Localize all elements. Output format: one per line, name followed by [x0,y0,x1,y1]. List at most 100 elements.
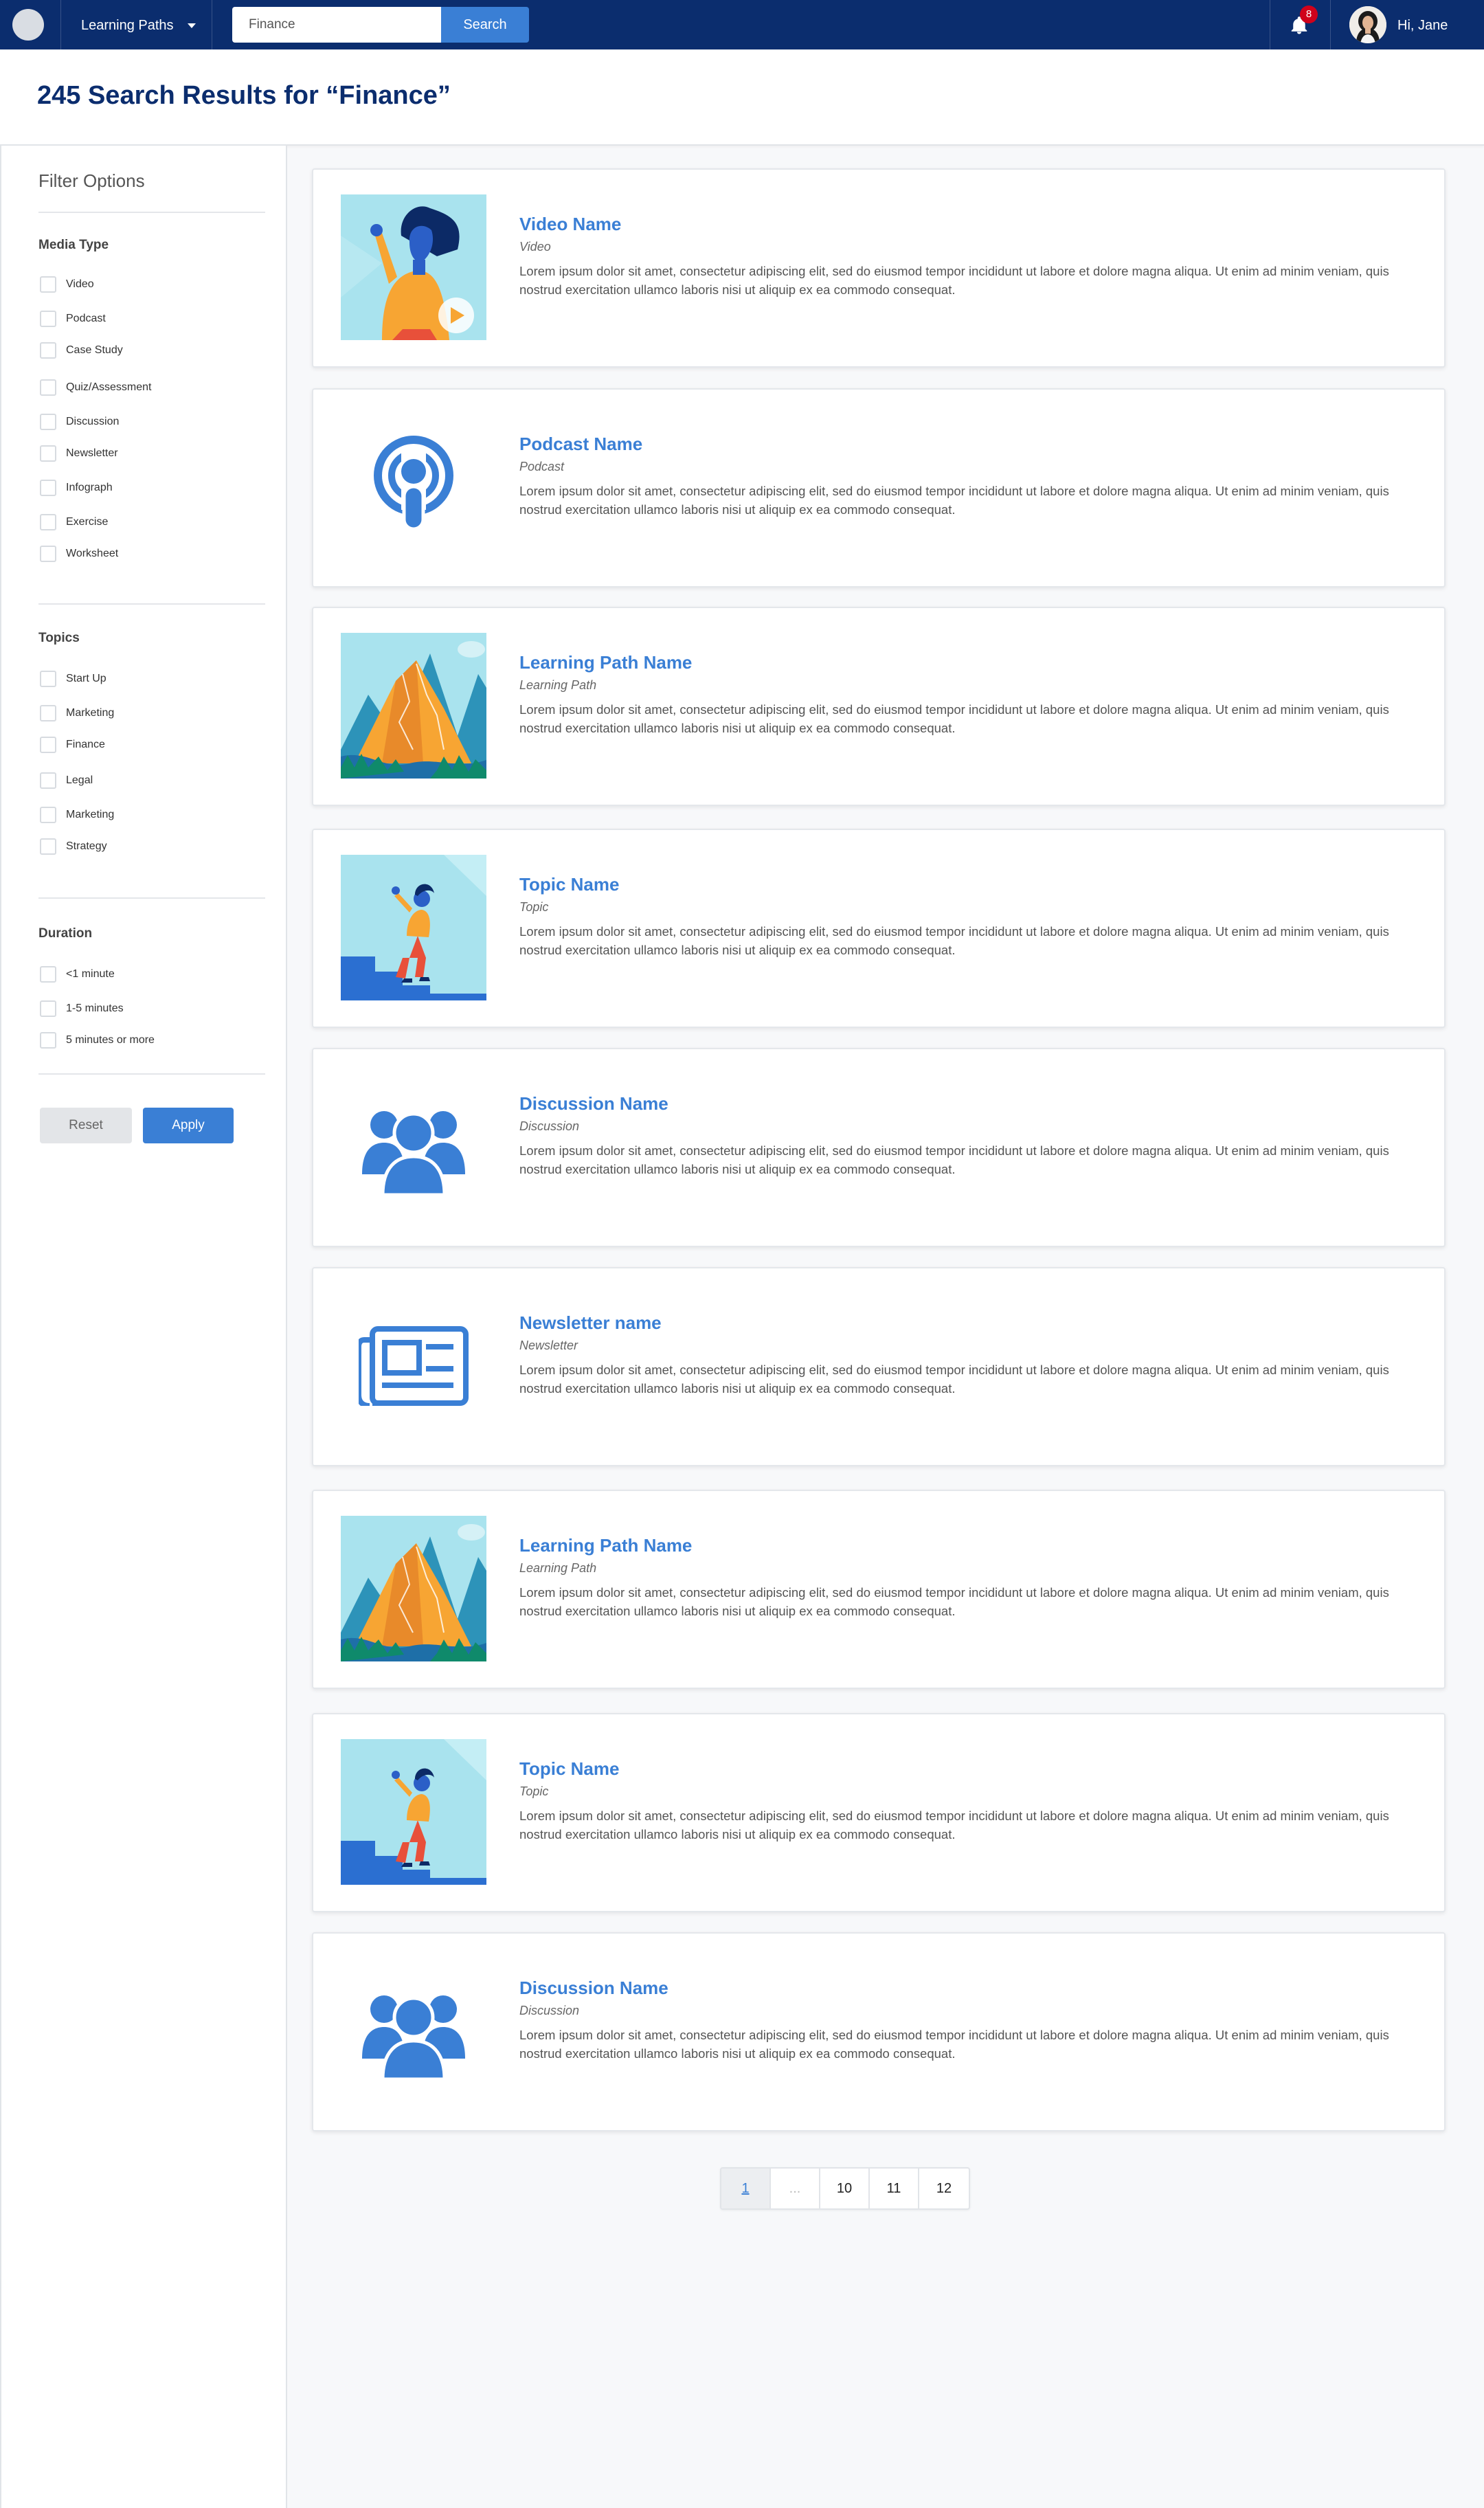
checkbox[interactable] [40,311,56,327]
result-title[interactable]: Discussion Name [519,1978,668,1999]
topics-heading: Topics [38,631,80,645]
learning-paths-menu-label: Learning Paths [81,18,174,33]
result-card[interactable]: Topic Name Topic Lorem ipsum dolor sit a… [312,829,1446,1028]
filter-marketing-2[interactable]: Marketing [40,807,114,823]
stairs-thumbnail [341,1739,486,1885]
result-description: Lorem ipsum dolor sit amet, consectetur … [519,702,1389,735]
filter-strategy[interactable]: Strategy [40,838,107,855]
checkbox[interactable] [40,342,56,359]
checkbox-label: Podcast [66,313,106,324]
filter-legal[interactable]: Legal [40,772,93,789]
apply-button[interactable]: Apply [143,1108,234,1143]
filter-marketing[interactable]: Marketing [40,705,114,721]
result-description: Lorem ipsum dolor sit amet, consectetur … [519,1143,1389,1176]
result-title[interactable]: Podcast Name [519,434,642,455]
duration-heading: Duration [38,926,93,941]
page-button-10[interactable]: 10 [820,2169,870,2208]
media-type-heading: Media Type [38,238,109,252]
checkbox-label: Video [66,278,94,290]
divider [38,603,265,605]
pagination: 1 ... 10 11 12 [720,2167,970,2210]
checkbox[interactable] [40,838,56,855]
result-card[interactable]: Podcast Name Podcast Lorem ipsum dolor s… [312,388,1446,587]
result-type: Video [519,240,551,254]
result-type: Newsletter [519,1339,578,1352]
checkbox[interactable] [40,480,56,496]
result-description: Lorem ipsum dolor sit amet, consectetur … [519,1363,1389,1396]
result-card[interactable]: Topic Name Topic Lorem ipsum dolor sit a… [312,1713,1446,1912]
checkbox-label: Marketing [66,809,115,820]
filter-sidebar: Filter Options Media Type Video Podcast … [0,146,287,2508]
result-description: Lorem ipsum dolor sit amet, consectetur … [519,2028,1389,2061]
result-card[interactable]: Discussion Name Discussion Lorem ipsum d… [312,1048,1446,1247]
result-type: Discussion [519,2004,580,2017]
checkbox[interactable] [40,445,56,462]
result-card[interactable]: Discussion Name Discussion Lorem ipsum d… [312,1932,1446,2131]
reset-button[interactable]: Reset [40,1108,132,1143]
checkbox[interactable] [40,379,56,396]
result-card[interactable]: Video Name Video Lorem ipsum dolor sit a… [312,168,1446,368]
filter-finance[interactable]: Finance [40,737,105,753]
user-greeting[interactable]: Hi, Jane [1397,15,1448,36]
filter-quiz-assessment[interactable]: Quiz/Assessment [40,379,151,396]
learning-paths-menu[interactable]: Learning Paths [81,15,196,36]
checkbox[interactable] [40,1000,56,1017]
page-button-12[interactable]: 12 [919,2169,969,2208]
result-type: Topic [519,900,549,914]
filter-under-1-minute[interactable]: <1 minute [40,966,115,983]
notification-badge: 8 [1300,5,1318,23]
result-title[interactable]: Newsletter name [519,1312,662,1334]
result-title[interactable]: Video Name [519,214,621,235]
checkbox[interactable] [40,514,56,530]
result-title[interactable]: Learning Path Name [519,1535,692,1556]
result-title[interactable]: Topic Name [519,874,619,895]
filter-start-up[interactable]: Start Up [40,671,106,687]
stairs-thumbnail [341,855,486,1000]
page-button-1[interactable]: 1 [721,2169,771,2208]
result-title[interactable]: Learning Path Name [519,652,692,673]
top-navigation-bar: Learning Paths Search 8 Hi, Jane [0,0,1484,49]
checkbox[interactable] [40,546,56,562]
result-description: Lorem ipsum dolor sit amet, consectetur … [519,1585,1389,1618]
checkbox[interactable] [40,1032,56,1049]
checkbox[interactable] [40,807,56,823]
search-button[interactable]: Search [441,7,529,43]
result-type: Topic [519,1784,549,1798]
checkbox[interactable] [40,414,56,430]
filter-podcast[interactable]: Podcast [40,311,106,327]
checkbox[interactable] [40,671,56,687]
result-card[interactable]: Newsletter name Newsletter Lorem ipsum d… [312,1267,1446,1466]
group-icon [341,1958,486,2104]
checkbox-label: 1-5 minutes [66,1003,124,1014]
filter-options-title: Filter Options [38,170,145,191]
checkbox-label: Exercise [66,516,109,528]
page-button-11[interactable]: 11 [870,2169,919,2208]
result-card[interactable]: Learning Path Name Learning Path Lorem i… [312,607,1446,806]
result-card[interactable]: Learning Path Name Learning Path Lorem i… [312,1490,1446,1689]
filter-1-5-minutes[interactable]: 1-5 minutes [40,1000,124,1017]
filter-case-study[interactable]: Case Study [40,342,123,359]
filter-infograph[interactable]: Infograph [40,480,113,496]
checkbox-label: Worksheet [66,548,119,559]
checkbox[interactable] [40,276,56,293]
filter-newsletter[interactable]: Newsletter [40,445,118,462]
checkbox-label: 5 minutes or more [66,1034,155,1046]
checkbox[interactable] [40,705,56,721]
filter-exercise[interactable]: Exercise [40,514,108,530]
results-header: 245 Search Results for “Finance” [0,49,1484,146]
divider [1330,0,1331,49]
filter-5-minutes-or-more[interactable]: 5 minutes or more [40,1032,155,1049]
search-input[interactable] [232,7,441,43]
filter-discussion[interactable]: Discussion [40,414,119,430]
filter-worksheet[interactable]: Worksheet [40,546,118,562]
logo[interactable] [12,9,44,41]
result-title[interactable]: Discussion Name [519,1093,668,1115]
filter-video[interactable]: Video [40,276,94,293]
checkbox[interactable] [40,772,56,789]
checkbox-label: Start Up [66,673,106,684]
avatar[interactable] [1349,6,1386,43]
checkbox[interactable] [40,737,56,753]
result-title[interactable]: Topic Name [519,1758,619,1780]
checkbox[interactable] [40,966,56,983]
checkbox-label: <1 minute [66,968,115,980]
